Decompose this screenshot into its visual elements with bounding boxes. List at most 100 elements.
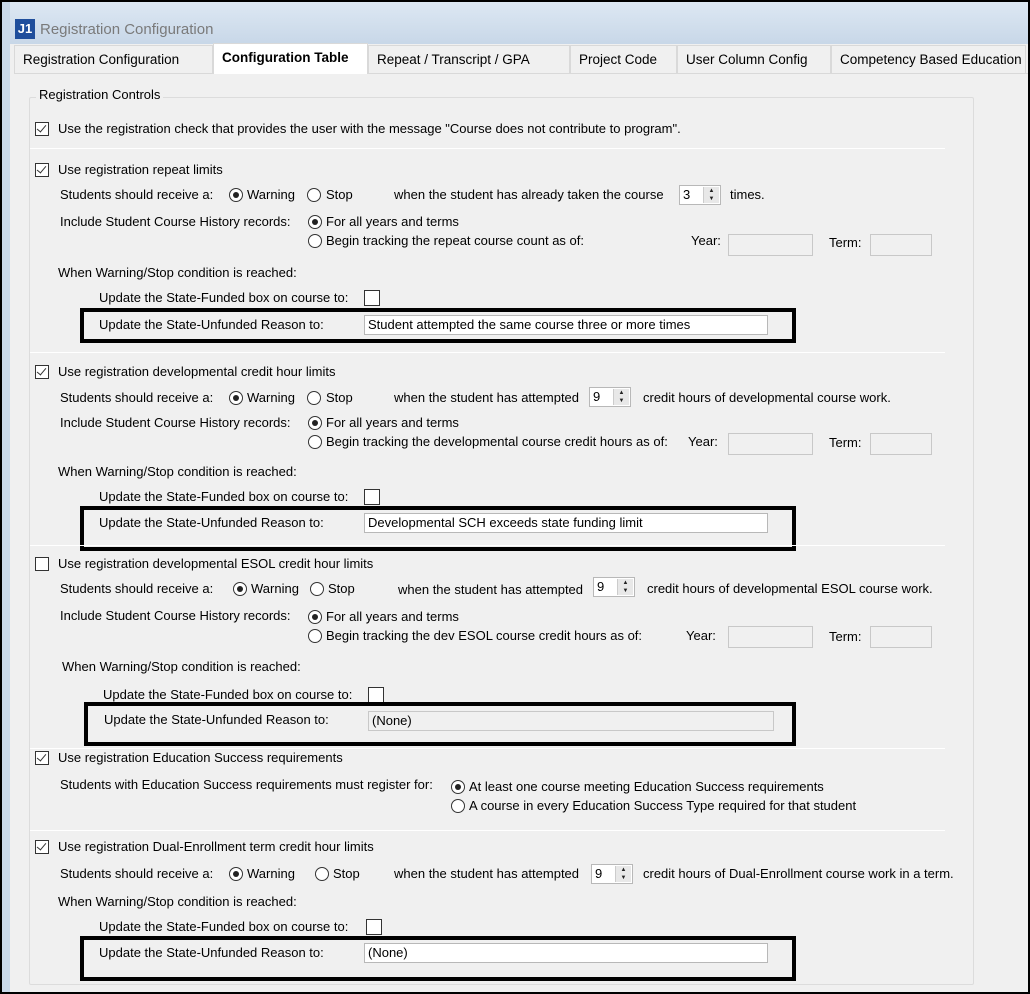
include-label: Include Student Course History records: (60, 608, 291, 623)
group-label: Registration Controls (36, 87, 164, 103)
esol-limits-checkbox[interactable] (35, 557, 49, 571)
dev-begin-label: Begin tracking the developmental course … (326, 434, 668, 449)
tab-registration-configuration[interactable]: Registration Configuration (14, 45, 213, 73)
state-unfunded-label: Update the State-Unfunded Reason to: (99, 945, 324, 960)
course-check-checkbox[interactable] (35, 122, 49, 136)
esol-all-years-radio[interactable] (308, 610, 322, 624)
dev-begin-tracking-radio[interactable] (308, 435, 322, 449)
dual-stop-radio[interactable] (315, 867, 329, 881)
warning-label: Warning (251, 581, 299, 596)
esol-term-input[interactable] (870, 626, 932, 648)
repeat-when-text: when the student has already taken the c… (394, 187, 664, 202)
spinner-arrows-icon[interactable]: ▲ ▼ (703, 187, 719, 203)
edsuccess-every-type-radio[interactable] (451, 799, 465, 813)
repeat-all-years-radio[interactable] (308, 215, 322, 229)
dev-limits-label: Use registration developmental credit ho… (58, 364, 336, 379)
repeat-limits-checkbox[interactable] (35, 163, 49, 177)
spinner-arrows-icon[interactable]: ▲ ▼ (617, 579, 633, 595)
repeat-year-input[interactable] (728, 234, 813, 256)
esol-year-input[interactable] (728, 626, 813, 648)
repeat-begin-label: Begin tracking the repeat course count a… (326, 233, 584, 248)
term-label: Term: (829, 629, 862, 644)
esol-begin-label: Begin tracking the dev ESOL course credi… (326, 628, 643, 643)
dev-year-input[interactable] (728, 433, 813, 455)
receive-label: Students should receive a: (60, 866, 214, 881)
state-unfunded-label: Update the State-Unfunded Reason to: (99, 515, 324, 530)
tab-configuration-table[interactable]: Configuration Table (213, 43, 368, 74)
dual-when-text: when the student has attempted (394, 866, 580, 881)
state-unfunded-label: Update the State-Unfunded Reason to: (104, 712, 329, 727)
include-label: Include Student Course History records: (60, 415, 291, 430)
title-bar: J1 Registration Configuration (10, 2, 1028, 44)
repeat-after-text: times. (730, 187, 765, 202)
dev-limits-checkbox[interactable] (35, 365, 49, 379)
tab-repeat-transcript-gpa[interactable]: Repeat / Transcript / GPA (368, 45, 570, 73)
when-condition-label: When Warning/Stop condition is reached: (58, 265, 297, 280)
dev-term-input[interactable] (870, 433, 932, 455)
app-logo-icon: J1 (15, 19, 35, 39)
warning-label: Warning (247, 866, 295, 881)
tab-user-column-config[interactable]: User Column Config (677, 45, 831, 73)
esol-state-funded-checkbox[interactable] (368, 687, 384, 703)
state-funded-label: Update the State-Funded box on course to… (99, 290, 349, 305)
divider (30, 148, 945, 149)
dev-all-years-radio[interactable] (308, 416, 322, 430)
esol-after-text: credit hours of developmental ESOL cours… (647, 581, 933, 596)
dual-count-spinner[interactable]: 9 ▲ ▼ (591, 864, 633, 884)
dual-unfunded-reason-input[interactable]: (None) (364, 943, 768, 963)
all-years-label: For all years and terms (326, 609, 459, 624)
spinner-arrows-icon[interactable]: ▲ ▼ (615, 866, 631, 882)
tab-project-code[interactable]: Project Code (570, 45, 677, 73)
dev-unfunded-reason-input[interactable]: Developmental SCH exceeds state funding … (364, 513, 768, 533)
registration-configuration-window: J1 Registration Configuration Registrati… (2, 2, 1028, 992)
spinner-arrows-icon[interactable]: ▲ ▼ (613, 389, 629, 405)
all-years-label: For all years and terms (326, 415, 459, 430)
repeat-begin-tracking-radio[interactable] (308, 234, 322, 248)
when-condition-label: When Warning/Stop condition is reached: (62, 659, 301, 674)
dual-limits-checkbox[interactable] (35, 840, 49, 854)
dev-state-funded-checkbox[interactable] (364, 489, 380, 505)
repeat-limits-label: Use registration repeat limits (58, 162, 223, 177)
term-label: Term: (829, 435, 862, 450)
divider (30, 830, 945, 831)
stop-label: Stop (326, 390, 353, 405)
esol-begin-tracking-radio[interactable] (308, 629, 322, 643)
dual-warning-radio[interactable] (229, 867, 243, 881)
year-label: Year: (691, 233, 721, 248)
esol-unfunded-reason-input[interactable]: (None) (368, 711, 774, 731)
edsuccess-prompt: Students with Education Success requirem… (60, 777, 433, 792)
term-label: Term: (829, 235, 862, 250)
edsuccess-opt1-label: At least one course meeting Education Su… (469, 779, 824, 794)
edsuccess-label: Use registration Education Success requi… (58, 750, 343, 765)
year-label: Year: (686, 628, 716, 643)
spinner-value: 9 (593, 389, 601, 404)
state-unfunded-label: Update the State-Unfunded Reason to: (99, 317, 324, 332)
repeat-state-funded-checkbox[interactable] (364, 290, 380, 306)
esol-when-text: when the student has attempted (398, 582, 584, 597)
stop-label: Stop (328, 581, 355, 596)
esol-count-spinner[interactable]: 9 ▲ ▼ (593, 577, 635, 597)
repeat-unfunded-reason-input[interactable]: Student attempted the same course three … (364, 315, 768, 335)
receive-label: Students should receive a: (60, 581, 214, 596)
dev-warning-radio[interactable] (229, 391, 243, 405)
edsuccess-at-least-one-radio[interactable] (451, 780, 465, 794)
dual-state-funded-checkbox[interactable] (366, 919, 382, 935)
receive-label: Students should receive a: (60, 187, 214, 202)
esol-stop-radio[interactable] (310, 582, 324, 596)
dev-count-spinner[interactable]: 9 ▲ ▼ (589, 387, 631, 407)
stop-label: Stop (326, 187, 353, 202)
divider (30, 352, 945, 353)
esol-warning-radio[interactable] (233, 582, 247, 596)
stop-label: Stop (333, 866, 360, 881)
repeat-count-spinner[interactable]: 3 ▲ ▼ (679, 185, 721, 205)
spinner-value: 9 (595, 866, 603, 881)
repeat-warning-radio[interactable] (229, 188, 243, 202)
divider (30, 748, 945, 749)
repeat-stop-radio[interactable] (307, 188, 321, 202)
dev-stop-radio[interactable] (307, 391, 321, 405)
tab-competency-based-education[interactable]: Competency Based Education (831, 45, 1026, 73)
state-funded-label: Update the State-Funded box on course to… (99, 919, 349, 934)
when-condition-label: When Warning/Stop condition is reached: (58, 894, 297, 909)
edsuccess-checkbox[interactable] (35, 751, 49, 765)
repeat-term-input[interactable] (870, 234, 932, 256)
